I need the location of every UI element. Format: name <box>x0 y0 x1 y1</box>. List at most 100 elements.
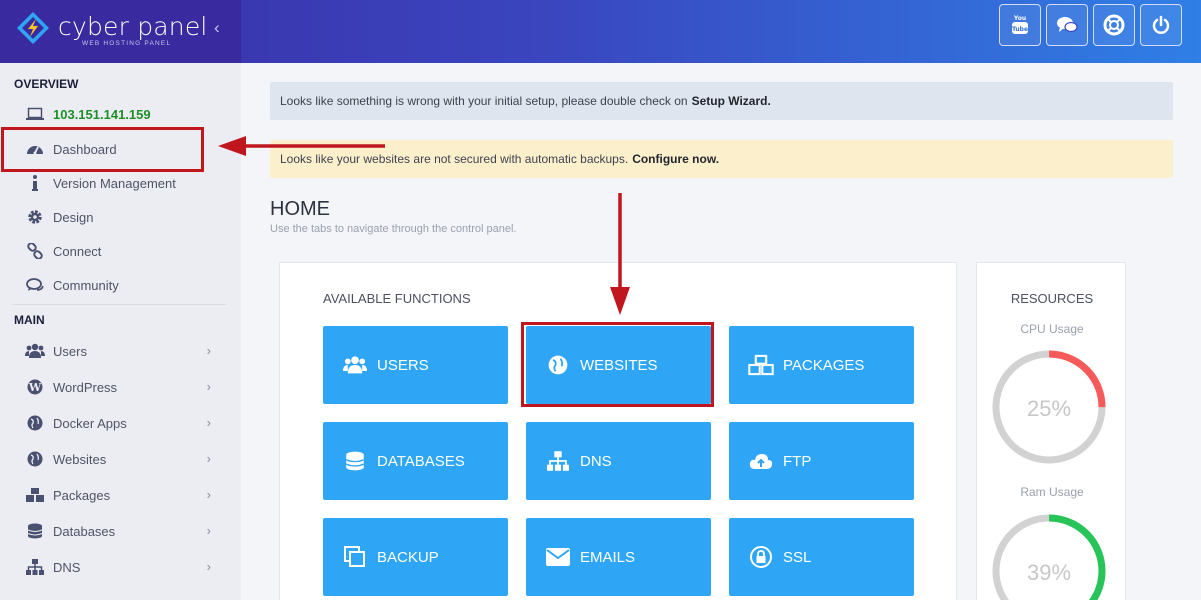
sidebar-item-wordpress[interactable]: W WordPress › <box>0 371 241 403</box>
comments-icon <box>24 276 46 294</box>
backup-alert-text: Looks like your websites are not secured… <box>280 152 629 166</box>
sidebar-collapse-button[interactable]: ‹ <box>214 18 220 38</box>
dns-function-button[interactable]: DNS <box>526 422 711 500</box>
sidebar-item-databases[interactable]: Databases › <box>0 515 241 547</box>
support-icon <box>1103 14 1125 36</box>
users-function-button[interactable]: USERS <box>323 326 508 404</box>
sidebar-item-version-management[interactable]: Version Management <box>0 167 241 199</box>
databases-function-button[interactable]: DATABASES <box>323 422 508 500</box>
chevron-right-icon: › <box>206 379 211 394</box>
chevron-right-icon: › <box>206 343 211 358</box>
sidebar-item-docker-apps[interactable]: Docker Apps › <box>0 407 241 439</box>
function-label: WEBSITES <box>580 356 658 374</box>
chevron-right-icon: › <box>206 415 211 430</box>
functions-title: AVAILABLE FUNCTIONS <box>323 291 471 306</box>
chevron-right-icon: › <box>206 451 211 466</box>
brand-subtitle: WEB HOSTING PANEL <box>82 40 172 47</box>
youtube-icon-label: Tube <box>1012 26 1028 33</box>
power-icon <box>1152 15 1170 34</box>
sidebar-item-label: Databases <box>53 523 116 539</box>
support-button[interactable] <box>1093 4 1135 46</box>
sidebar-item-label: Dashboard <box>53 141 117 157</box>
info-icon <box>24 174 46 192</box>
server-ip: 103.151.141.159 <box>53 106 151 122</box>
users-icon <box>342 353 368 377</box>
configure-now-link[interactable]: Configure now. <box>632 152 719 166</box>
sidebar-item-label: Version Management <box>53 175 176 191</box>
sidebar-item-label: Design <box>53 209 94 225</box>
cloud-upload-icon <box>748 449 774 473</box>
function-label: DATABASES <box>377 452 465 470</box>
chat-icon <box>1057 17 1078 33</box>
wordpress-glyph: W <box>28 381 42 394</box>
ssl-function-button[interactable]: SSL <box>729 518 914 596</box>
ram-usage-gauge: 39% <box>992 514 1106 600</box>
sidebar-item-packages[interactable]: Packages › <box>0 479 241 511</box>
ram-usage-label: Ram Usage <box>1020 485 1084 499</box>
dashboard-icon <box>24 140 46 158</box>
emails-function-button[interactable]: EMAILS <box>526 518 711 596</box>
cubes-icon <box>24 486 46 504</box>
sidebar-item-dashboard[interactable]: Dashboard <box>0 133 241 165</box>
function-label: USERS <box>377 356 429 374</box>
youtube-button[interactable]: You Tube <box>999 4 1041 46</box>
setup-wizard-link[interactable]: Setup Wizard. <box>692 94 771 108</box>
brand-name: cyber panel <box>58 12 208 41</box>
wordpress-icon: W <box>24 378 46 396</box>
websites-function-button[interactable]: WEBSITES <box>526 326 711 404</box>
resources-title: RESOURCES <box>1010 291 1094 306</box>
ram-usage-value: 39% <box>1027 560 1071 585</box>
sitemap-icon <box>24 558 46 576</box>
chevron-right-icon: › <box>206 523 211 538</box>
function-label: EMAILS <box>580 548 636 566</box>
sidebar-item-label: WordPress <box>53 379 118 395</box>
lock-icon <box>748 545 774 569</box>
chevron-right-icon: › <box>206 559 211 574</box>
sidebar-item-users[interactable]: Users › <box>0 335 241 367</box>
gear-icon <box>24 208 46 226</box>
sidebar-item-label: DNS <box>53 559 81 575</box>
ftp-function-button[interactable]: FTP <box>729 422 914 500</box>
sidebar: OVERVIEW 103.151.141.159 Dashboard Versi… <box>0 63 241 600</box>
sidebar-item-community[interactable]: Community <box>0 269 241 301</box>
sidebar-item-websites[interactable]: Websites › <box>0 443 241 475</box>
sidebar-section-main: MAIN <box>14 313 45 327</box>
youtube-icon: You Tube <box>1012 15 1028 34</box>
backup-alert: Looks like your websites are not secured… <box>270 140 1173 178</box>
envelope-icon <box>545 545 571 569</box>
sidebar-item-label: Users <box>53 343 87 359</box>
brand: cyber panel WEB HOSTING PANEL ‹ <box>0 0 241 63</box>
function-label: BACKUP <box>377 548 439 566</box>
sidebar-item-design[interactable]: Design <box>0 201 241 233</box>
sidebar-section-overview: OVERVIEW <box>14 77 79 91</box>
sidebar-item-ip[interactable]: 103.151.141.159 <box>0 98 241 130</box>
sidebar-item-label: Community <box>53 277 119 293</box>
sitemap-icon <box>545 449 571 473</box>
cpu-usage-value: 25% <box>1027 396 1071 421</box>
sidebar-item-connect[interactable]: Connect <box>0 235 241 267</box>
users-icon <box>24 342 46 360</box>
globe-icon <box>545 353 571 377</box>
backup-function-button[interactable]: BACKUP <box>323 518 508 596</box>
globe-icon <box>24 450 46 468</box>
cubes-icon <box>748 353 774 377</box>
resources-panel: RESOURCES CPU Usage 25% Ram Usage 39% <box>976 262 1126 600</box>
sidebar-item-label: Websites <box>53 451 107 467</box>
sidebar-item-label: Connect <box>53 243 102 259</box>
copy-icon <box>342 545 368 569</box>
function-label: PACKAGES <box>783 356 865 374</box>
globe-icon <box>24 414 46 432</box>
sidebar-item-dns[interactable]: DNS › <box>0 551 241 583</box>
power-button[interactable] <box>1140 4 1182 46</box>
function-label: FTP <box>783 452 812 470</box>
youtube-icon-label: You <box>1013 15 1026 22</box>
top-bar: cyber panel WEB HOSTING PANEL ‹ You Tube <box>0 0 1201 63</box>
chevron-right-icon: › <box>206 487 211 502</box>
sidebar-item-label: Docker Apps <box>53 415 127 431</box>
function-label: SSL <box>783 548 812 566</box>
packages-function-button[interactable]: PACKAGES <box>729 326 914 404</box>
sidebar-divider <box>12 304 226 305</box>
cpu-usage-label: CPU Usage <box>1020 322 1084 336</box>
chat-button[interactable] <box>1046 4 1088 46</box>
link-icon <box>24 242 46 260</box>
